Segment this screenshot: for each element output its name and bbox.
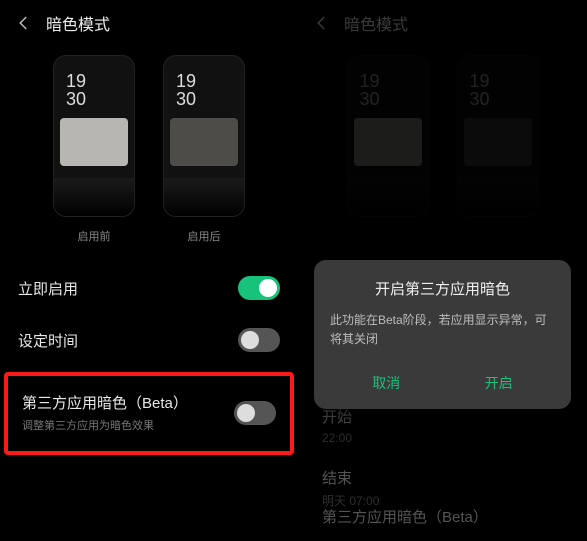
confirm-dialog: 开启第三方应用暗色 此功能在Beta阶段，若应用显示异常，可将其关闭 取消 开启 bbox=[314, 260, 571, 409]
right-pane: 暗色模式 19 30 19 30 开始 22:00 结束 明天 07:00 bbox=[298, 0, 587, 541]
page-title: 暗色模式 bbox=[46, 11, 110, 35]
phone-widget bbox=[60, 118, 128, 166]
dialog-title: 开启第三方应用暗色 bbox=[330, 278, 555, 299]
toggle-beta[interactable] bbox=[234, 401, 276, 425]
caption-after: 启用后 bbox=[188, 228, 221, 244]
toggle-schedule[interactable] bbox=[238, 328, 280, 352]
dialog-body: 此功能在Beta阶段，若应用显示异常，可将其关闭 bbox=[330, 311, 555, 349]
left-pane: 暗色模式 19 30 启用前 19 30 启用后 立即启用 设定时间 bbox=[0, 0, 298, 541]
row-text: 第三方应用暗色（Beta） 调整第三方应用为暗色效果 bbox=[22, 392, 188, 433]
preview-row: 19 30 启用前 19 30 启用后 bbox=[0, 46, 298, 248]
phone-time: 19 30 bbox=[176, 72, 196, 108]
preview-before: 19 30 启用前 bbox=[54, 56, 134, 244]
row-label: 设定时间 bbox=[18, 330, 78, 351]
phone-widget bbox=[170, 118, 238, 166]
caption-before: 启用前 bbox=[78, 228, 111, 244]
settings-list: 立即启用 设定时间 第三方应用暗色（Beta） 调整第三方应用为暗色效果 bbox=[0, 262, 298, 455]
row-label: 第三方应用暗色（Beta） bbox=[22, 392, 188, 413]
phone-time: 19 30 bbox=[66, 72, 86, 108]
phone-ground bbox=[54, 178, 134, 216]
preview-after: 19 30 启用后 bbox=[164, 56, 244, 244]
back-icon[interactable] bbox=[14, 13, 34, 33]
header: 暗色模式 bbox=[0, 0, 298, 46]
row-enable-now[interactable]: 立即启用 bbox=[0, 262, 298, 314]
phone-mock-after: 19 30 bbox=[164, 56, 244, 216]
phone-mock-before: 19 30 bbox=[54, 56, 134, 216]
row-beta[interactable]: 第三方应用暗色（Beta） 调整第三方应用为暗色效果 bbox=[8, 376, 290, 451]
confirm-button[interactable]: 开启 bbox=[443, 363, 556, 399]
cancel-button[interactable]: 取消 bbox=[330, 363, 443, 399]
row-schedule[interactable]: 设定时间 bbox=[0, 314, 298, 366]
phone-ground bbox=[164, 178, 244, 216]
row-label: 立即启用 bbox=[18, 278, 78, 299]
highlight-box: 第三方应用暗色（Beta） 调整第三方应用为暗色效果 bbox=[4, 372, 294, 455]
row-sublabel: 调整第三方应用为暗色效果 bbox=[22, 417, 188, 433]
dialog-actions: 取消 开启 bbox=[330, 363, 555, 399]
toggle-enable-now[interactable] bbox=[238, 276, 280, 300]
